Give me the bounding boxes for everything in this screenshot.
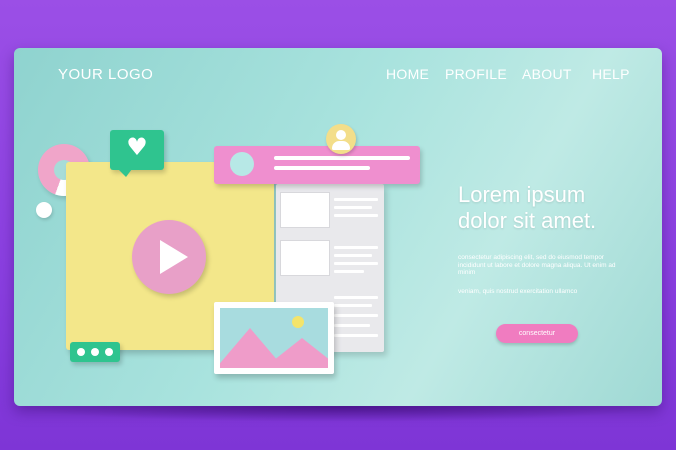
profile-line	[274, 156, 410, 160]
image-card	[214, 302, 334, 374]
list-line	[334, 198, 378, 201]
sun-shape	[292, 316, 304, 328]
list-line	[334, 246, 378, 249]
nav-about[interactable]: ABOUT	[522, 66, 572, 82]
heart-bubble: ♥	[110, 130, 164, 177]
profile-avatar-dot	[230, 152, 254, 176]
list-line	[334, 334, 378, 337]
list-line	[334, 262, 378, 265]
list-thumbnail	[280, 240, 330, 276]
chat-dot	[91, 348, 99, 356]
list-line	[334, 206, 372, 209]
list-line	[334, 214, 378, 217]
chat-dot	[77, 348, 85, 356]
profile-line	[274, 166, 370, 170]
user-avatar-icon	[326, 124, 356, 154]
profile-card	[214, 146, 420, 184]
avatar-body	[332, 141, 350, 150]
play-icon	[160, 240, 188, 274]
list-line	[334, 296, 378, 299]
cta-button[interactable]: consectetur	[496, 324, 578, 343]
list-line	[334, 314, 378, 317]
list-thumbnail	[280, 192, 330, 228]
nav-home[interactable]: HOME	[386, 66, 429, 82]
logo[interactable]: YOUR LOGO	[58, 66, 153, 83]
hero-headline-line1: Lorem ipsum	[458, 182, 586, 207]
mountain-shape	[264, 338, 328, 368]
avatar-head	[336, 130, 346, 140]
landing-page: YOUR LOGO HOME PROFILE ABOUT HELP ♥ Lore…	[14, 48, 662, 406]
list-line	[334, 304, 372, 307]
play-button[interactable]	[132, 220, 206, 294]
list-line	[334, 324, 370, 327]
list-line	[334, 270, 364, 273]
chat-bubble-icon	[70, 342, 120, 362]
decorative-dot	[36, 202, 52, 218]
heart-icon: ♥	[126, 133, 148, 161]
nav-help[interactable]: HELP	[592, 66, 630, 82]
image-icon	[220, 308, 328, 368]
hero-paragraph-2: veniam, quis nostrud exercitation ullamc…	[458, 288, 578, 295]
nav-profile[interactable]: PROFILE	[445, 66, 507, 82]
hero-headline-line2: dolor sit amet.	[458, 208, 597, 233]
list-line	[334, 254, 372, 257]
chat-dot	[105, 348, 113, 356]
hero-paragraph: consectetur adipiscing elit, sed do eius…	[458, 254, 616, 276]
hero-headline: Lorem ipsum dolor sit amet.	[458, 182, 596, 234]
